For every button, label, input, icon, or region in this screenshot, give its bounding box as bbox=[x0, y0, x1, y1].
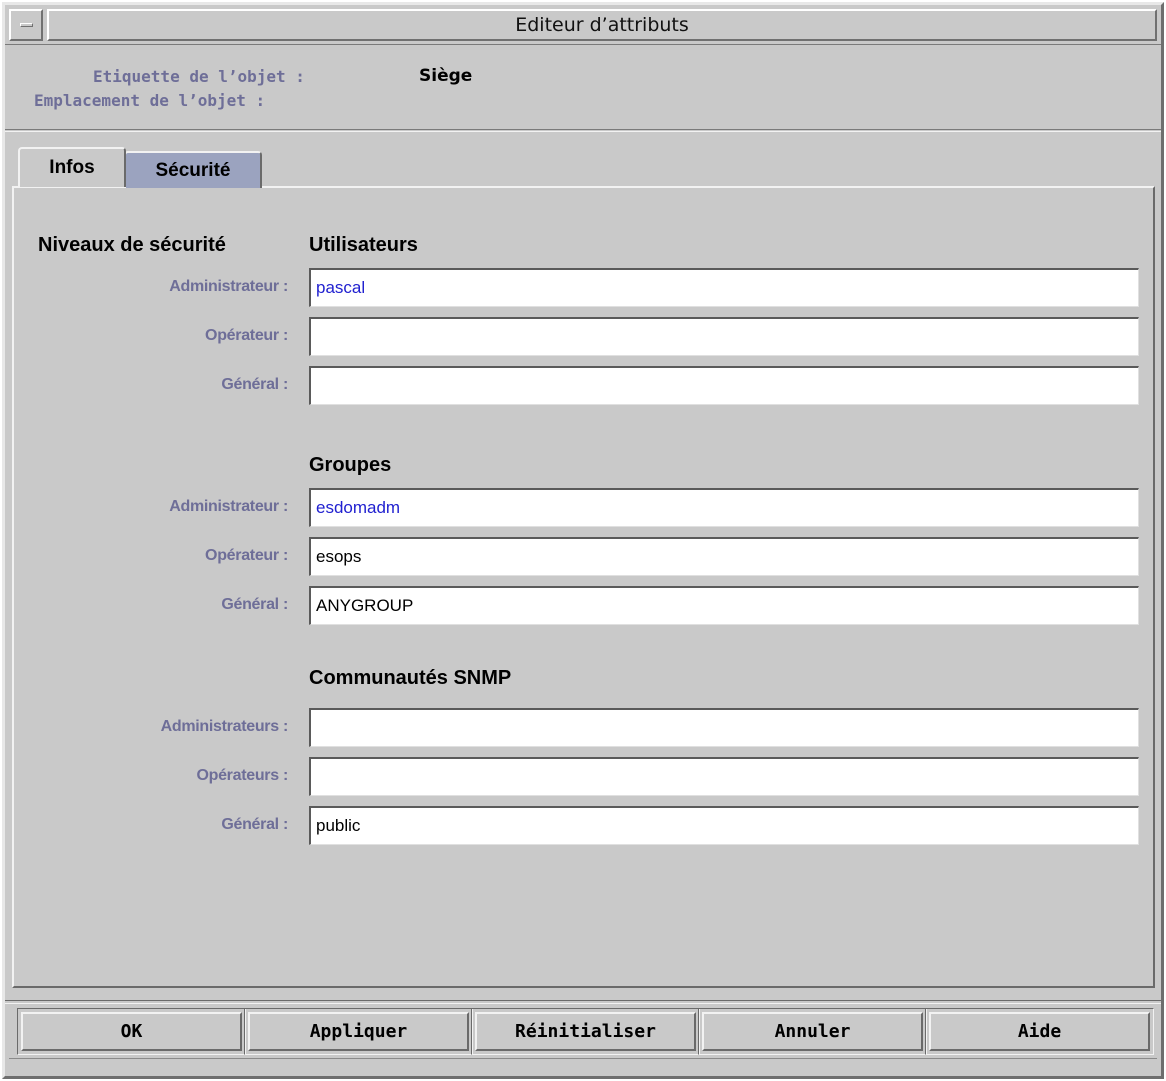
cancel-button[interactable]: Annuler bbox=[702, 1012, 923, 1051]
groups-general-input[interactable] bbox=[309, 586, 1139, 625]
status-bar bbox=[9, 1058, 1157, 1076]
apply-button[interactable]: Appliquer bbox=[248, 1012, 469, 1051]
snmp-operator-input[interactable] bbox=[309, 757, 1139, 796]
groups-general-label: Général : bbox=[221, 596, 288, 613]
attribute-editor-window: Editeur d’attributs Etiquette de l’objet… bbox=[2, 2, 1164, 1079]
users-admin-input[interactable] bbox=[309, 268, 1139, 307]
groups-admin-input[interactable] bbox=[309, 488, 1139, 527]
users-operator-input[interactable] bbox=[309, 317, 1139, 356]
snmp-admin-label: Administrateurs : bbox=[160, 718, 289, 735]
users-heading: Utilisateurs bbox=[309, 234, 418, 256]
object-location-caption: Emplacement de l’objet : bbox=[34, 91, 266, 110]
users-operator-label: Opérateur : bbox=[205, 327, 288, 344]
snmp-general-label: Général : bbox=[221, 816, 288, 833]
help-button[interactable]: Aide bbox=[929, 1012, 1150, 1051]
groups-admin-label: Administrateur : bbox=[169, 498, 288, 515]
snmp-general-input[interactable] bbox=[309, 806, 1139, 845]
users-admin-label: Administrateur : bbox=[169, 278, 288, 295]
snmp-admin-input[interactable] bbox=[309, 708, 1139, 747]
groups-operator-label: Opérateur : bbox=[205, 547, 288, 564]
reset-button[interactable]: Réinitialiser bbox=[475, 1012, 696, 1051]
window-menu-button[interactable] bbox=[9, 9, 43, 41]
snmp-communities-heading: Communautés SNMP bbox=[309, 667, 512, 689]
users-general-input[interactable] bbox=[309, 366, 1139, 405]
header-separator bbox=[5, 129, 1161, 132]
groups-heading: Groupes bbox=[309, 454, 392, 476]
tab-security[interactable]: Sécurité bbox=[124, 151, 262, 188]
snmp-operator-label: Opérateurs : bbox=[196, 767, 288, 784]
groups-operator-input[interactable] bbox=[309, 537, 1139, 576]
tab-infos[interactable]: Infos bbox=[18, 147, 126, 187]
security-levels-heading: Niveaux de sécurité bbox=[38, 234, 226, 256]
title-bar: Editeur d’attributs bbox=[5, 5, 1161, 45]
users-general-label: Général : bbox=[221, 376, 288, 393]
window-title: Editeur d’attributs bbox=[47, 9, 1157, 41]
button-area-separator bbox=[5, 1000, 1161, 1004]
object-label-value: Siège bbox=[419, 66, 473, 86]
window-menu-icon bbox=[20, 23, 33, 27]
object-label-caption: Etiquette de l’objet : bbox=[93, 67, 305, 86]
ok-button[interactable]: OK bbox=[21, 1012, 242, 1051]
